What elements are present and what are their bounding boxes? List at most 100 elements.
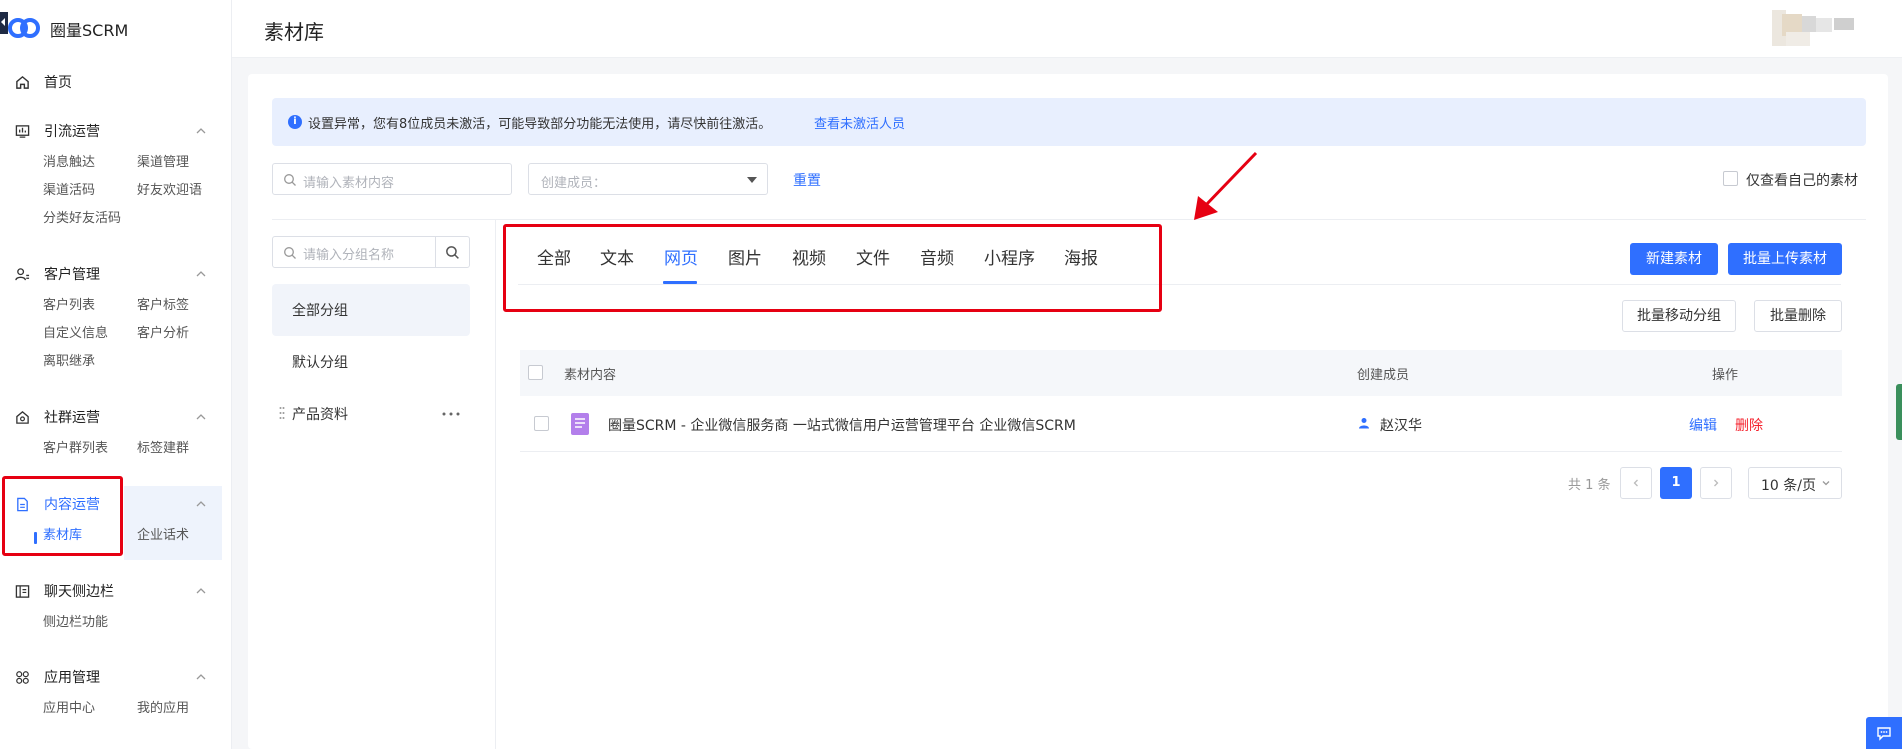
chat-icon (1877, 727, 1891, 741)
nav-group-traffic-head[interactable]: 引流运营 (0, 117, 232, 145)
row-content[interactable]: 圈量SCRM - 企业微信服务商 一站式微信用户运营管理平台 企业微信SCRM (608, 415, 1076, 435)
nav-item-tag-group[interactable]: 标签建群 (137, 437, 189, 456)
annotation-arrow-icon (1194, 151, 1258, 220)
nav-item-my-apps[interactable]: 我的应用 (137, 697, 189, 716)
col-creator: 创建成员 (1357, 368, 1410, 383)
delete-link[interactable]: 删除 (1735, 415, 1763, 435)
tab-all[interactable]: 全部 (537, 244, 571, 269)
nav-home-item[interactable]: 首页 (0, 68, 232, 96)
nav-item-customer-list[interactable]: 客户列表 (43, 294, 95, 313)
top-header: 素材库 (232, 0, 1902, 58)
batch-delete-button[interactable]: 批量删除 (1754, 300, 1842, 332)
logo-icon (0, 12, 40, 38)
community-icon (14, 409, 30, 425)
nav-sub-row: 应用中心 我的应用 (0, 691, 232, 719)
edit-link[interactable]: 编辑 (1689, 415, 1717, 435)
more-icon[interactable] (442, 412, 460, 416)
nav-group-content-head[interactable]: 内容运营 (0, 490, 232, 518)
nav-sub-row: 自定义信息 客户分析 (0, 316, 232, 344)
creator-select-placeholder: 创建成员： (541, 176, 607, 191)
current-page[interactable]: 1 (1660, 467, 1692, 499)
page-size-select[interactable]: 10 条/页 (1748, 467, 1842, 499)
chevron-left-icon (1633, 479, 1638, 487)
nav-group-community-head[interactable]: 社群运营 (0, 403, 232, 431)
nav-sub-row: 离职继承 (0, 344, 232, 372)
group-item-all[interactable]: 全部分组 (272, 284, 470, 336)
batch-move-button[interactable]: 批量移动分组 (1622, 300, 1736, 332)
side-tab[interactable] (1896, 384, 1902, 440)
avatar[interactable] (1772, 6, 1862, 50)
nav-group-customer-head[interactable]: 客户管理 (0, 260, 232, 288)
prev-page-button[interactable] (1620, 467, 1652, 499)
tab-audio[interactable]: 音频 (920, 244, 954, 269)
nav-item-message-reach[interactable]: 消息触达 (43, 151, 95, 170)
nav-group-label: 客户管理 (44, 267, 100, 283)
tab-webpage[interactable]: 网页 (664, 244, 698, 269)
tab-image[interactable]: 图片 (728, 244, 762, 269)
next-page-button[interactable] (1700, 467, 1732, 499)
chevron-up-icon (196, 414, 206, 420)
nav-item-category-qrcode[interactable]: 分类好友活码 (43, 207, 121, 226)
nav-item-app-center[interactable]: 应用中心 (43, 697, 95, 716)
sidebar: 圈量SCRM 首页 引流运营 消息触达 渠道管理 渠道活码 好友欢迎语 分类好友… (0, 0, 232, 749)
active-indicator (34, 532, 37, 544)
col-actions: 操作 (1712, 368, 1739, 383)
material-search-input[interactable]: 请输入素材内容 (272, 163, 512, 195)
search-icon (284, 247, 296, 259)
group-item-default[interactable]: 默认分组 (272, 336, 470, 388)
nav-group-apps-head[interactable]: 应用管理 (0, 663, 232, 691)
nav-home-label: 首页 (44, 75, 72, 91)
panel-divider (495, 220, 496, 749)
group-item-label: 产品资料 (292, 407, 348, 423)
app-logo[interactable]: 圈量SCRM (0, 10, 232, 44)
tab-poster[interactable]: 海报 (1064, 244, 1098, 269)
chevron-up-icon (196, 271, 206, 277)
batch-upload-button[interactable]: 批量上传素材 (1728, 243, 1842, 275)
nav-group-chat-sidebar-head[interactable]: 聊天侧边栏 (0, 577, 232, 605)
nav-item-company-scripts[interactable]: 企业话术 (137, 524, 189, 543)
nav-item-customer-tags[interactable]: 客户标签 (137, 294, 189, 313)
nav-group-apps: 应用管理 应用中心 我的应用 (0, 663, 232, 719)
nav-item-group-list[interactable]: 客户群列表 (43, 437, 108, 456)
sidebar-panel-icon (14, 583, 30, 599)
nav-item-custom-info[interactable]: 自定义信息 (43, 322, 108, 341)
group-search-button[interactable] (435, 237, 469, 267)
nav-sub-row: 客户列表 客户标签 (0, 288, 232, 316)
nav-item-sidebar-function[interactable]: 侧边栏功能 (43, 611, 108, 630)
table-row: 圈量SCRM - 企业微信服务商 一站式微信用户运营管理平台 企业微信SCRM … (520, 396, 1842, 452)
search-icon (446, 245, 459, 259)
pagination-total: 共 1 条 (1568, 478, 1611, 493)
nav-item-resign-inherit[interactable]: 离职继承 (43, 350, 95, 369)
creator-select[interactable]: 创建成员： (528, 163, 768, 195)
nav-item-channel-qrcode[interactable]: 渠道活码 (43, 179, 95, 198)
notice-text: 设置异常，您有8位成员未激活，可能导致部分功能无法使用，请尽快前往激活。 (308, 117, 772, 132)
nav-home[interactable]: 首页 (0, 68, 232, 96)
tab-file[interactable]: 文件 (856, 244, 890, 269)
group-search-input[interactable]: 请输入分组名称 (272, 236, 470, 268)
tab-mini-program[interactable]: 小程序 (984, 244, 1035, 269)
view-inactive-link[interactable]: 查看未激活人员 (814, 113, 905, 132)
chat-support-button[interactable] (1866, 717, 1902, 749)
chart-icon (14, 123, 30, 139)
new-material-button[interactable]: 新建素材 (1630, 243, 1718, 275)
nav-group-customer: 客户管理 客户列表 客户标签 自定义信息 客户分析 离职继承 (0, 260, 232, 372)
tab-video[interactable]: 视频 (792, 244, 826, 269)
search-placeholder: 请输入素材内容 (303, 176, 395, 191)
page-title: 素材库 (264, 20, 324, 44)
select-all-checkbox[interactable] (528, 365, 543, 380)
search-icon (284, 174, 296, 186)
own-only-checkbox[interactable] (1723, 171, 1738, 186)
chevron-right-icon (1714, 479, 1719, 487)
nav-group-traffic: 引流运营 消息触达 渠道管理 渠道活码 好友欢迎语 分类好友活码 (0, 117, 232, 229)
nav-item-channel-manage[interactable]: 渠道管理 (137, 151, 189, 170)
drag-handle-icon[interactable] (279, 406, 285, 420)
tab-text[interactable]: 文本 (600, 244, 634, 269)
own-only-label[interactable]: 仅查看自己的素材 (1746, 170, 1858, 190)
row-checkbox[interactable] (534, 416, 549, 431)
reset-link[interactable]: 重置 (793, 170, 821, 190)
group-item-product[interactable]: 产品资料 (272, 388, 470, 440)
nav-item-material-library[interactable]: 素材库 (43, 524, 82, 543)
apps-icon (14, 669, 30, 685)
nav-item-welcome-msg[interactable]: 好友欢迎语 (137, 179, 202, 198)
nav-item-customer-analysis[interactable]: 客户分析 (137, 322, 189, 341)
